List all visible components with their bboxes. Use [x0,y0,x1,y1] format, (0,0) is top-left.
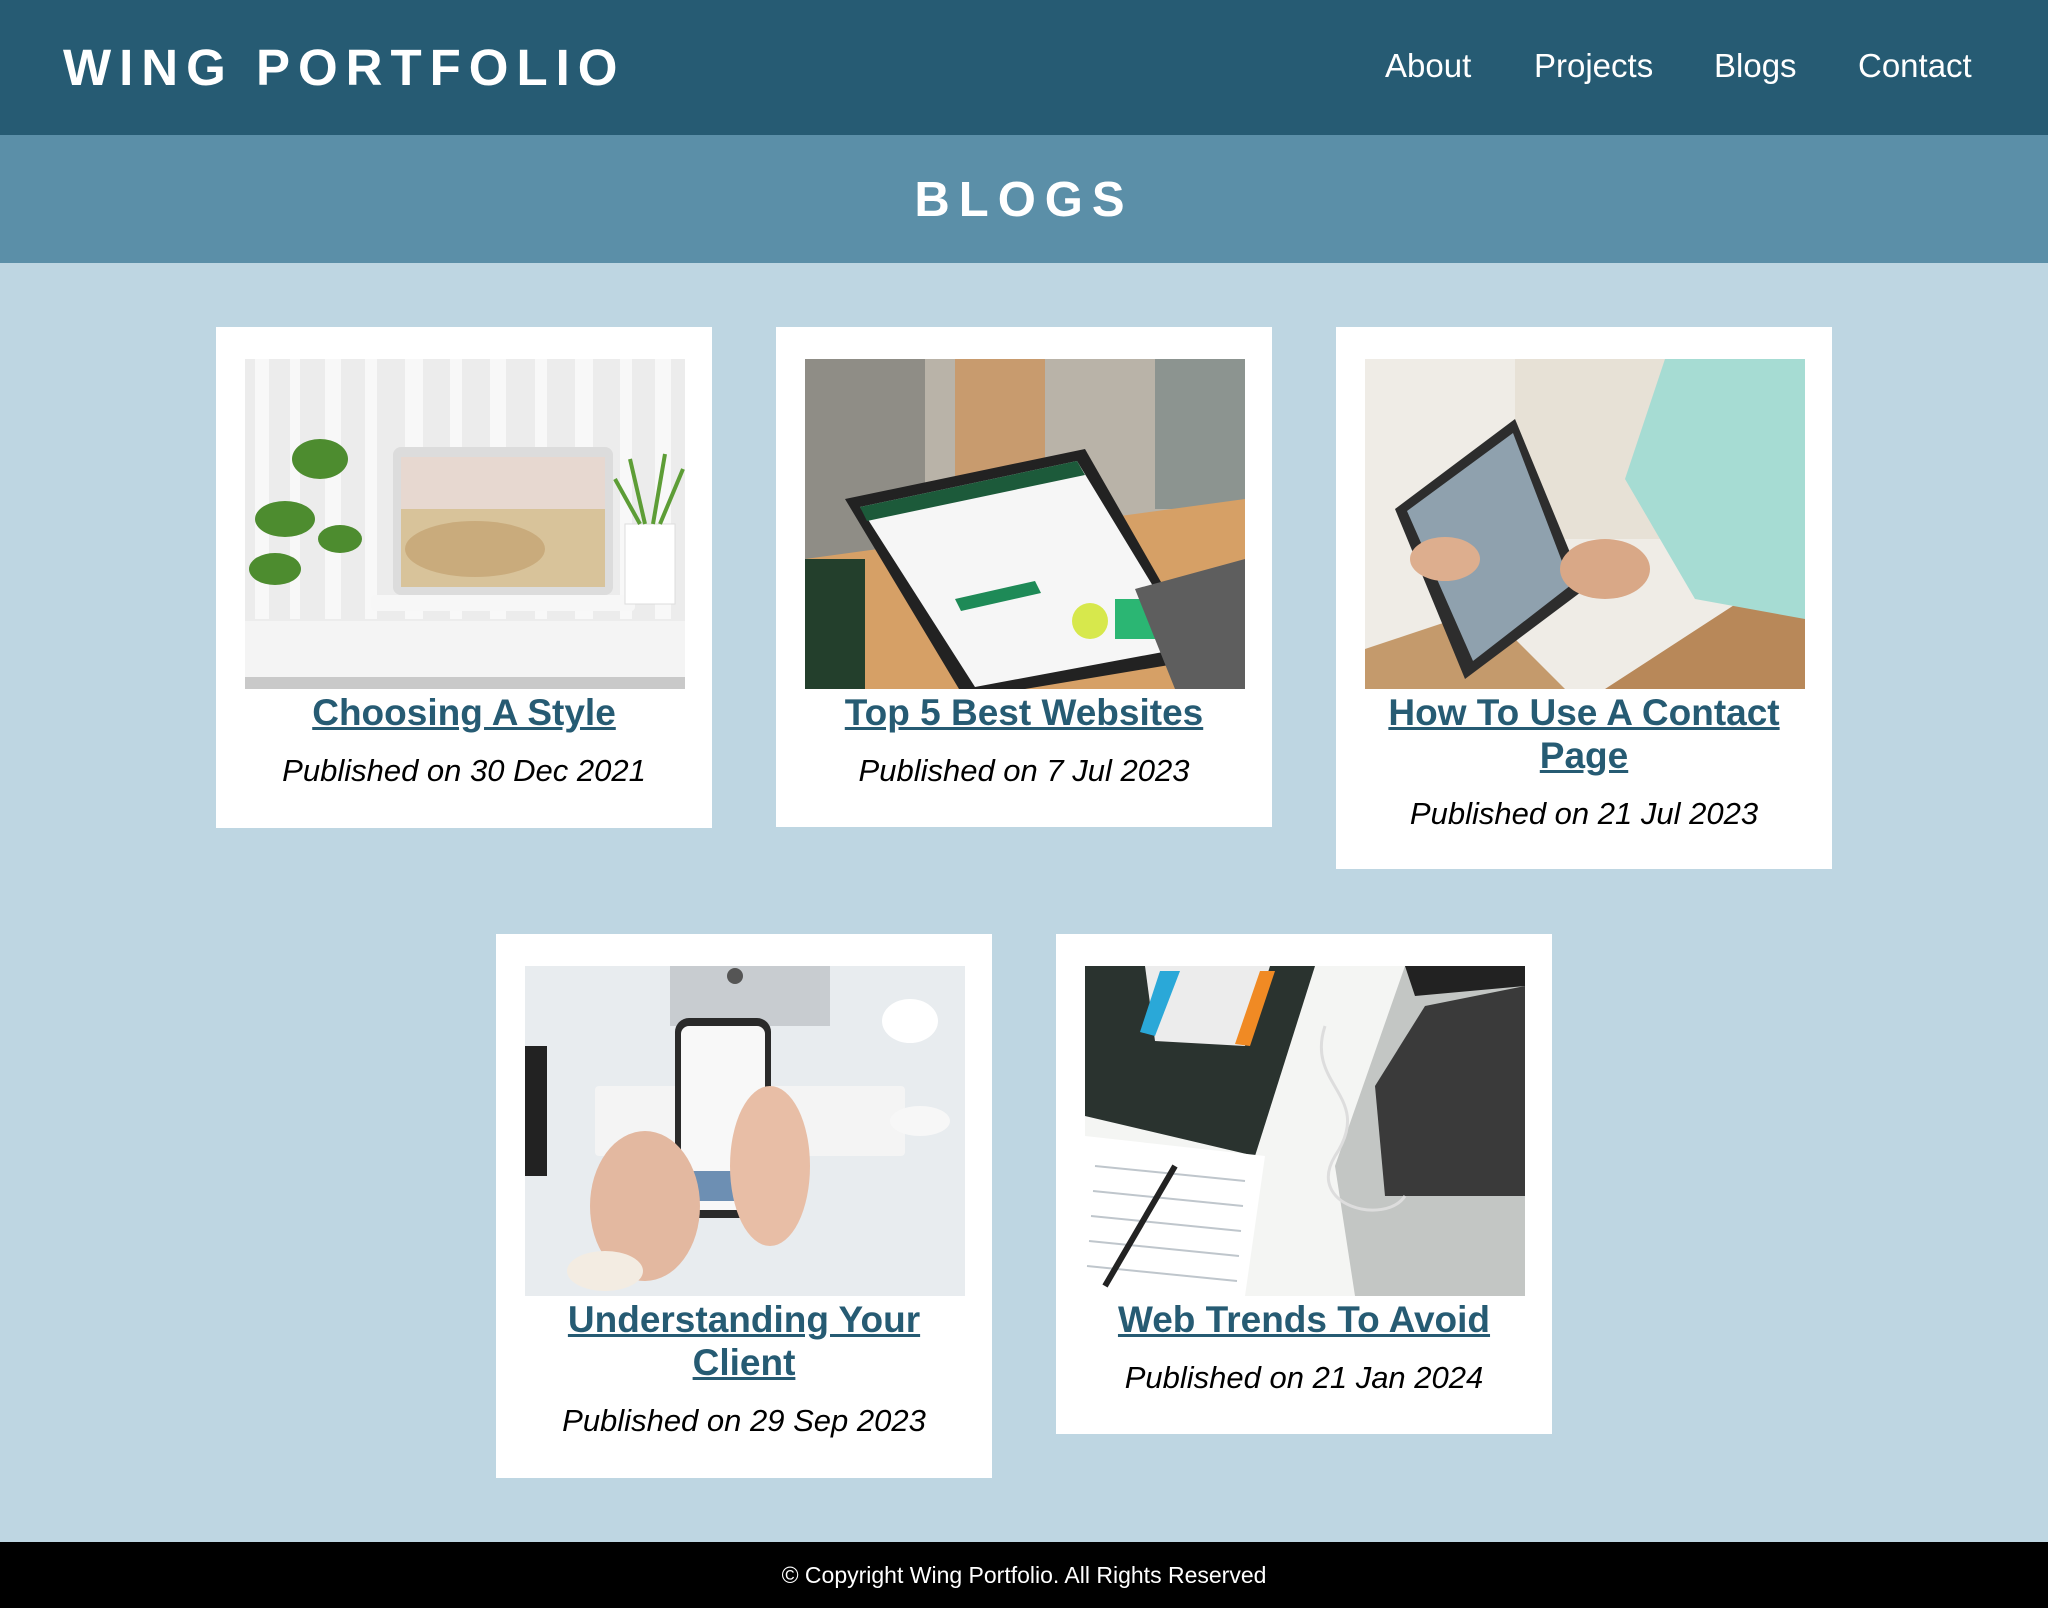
page-banner: BLOGS [0,135,2048,263]
nav-blogs[interactable]: Blogs [1714,46,1797,86]
blog-date: Published on 29 Sep 2023 [562,1403,926,1438]
blog-date: Published on 30 Dec 2021 [282,753,646,788]
blog-date: Published on 7 Jul 2023 [858,753,1190,788]
blog-thumbnail[interactable] [245,359,685,689]
blog-thumbnail[interactable] [1365,359,1805,689]
copyright-text: © Copyright Wing Portfolio. All Rights R… [781,1562,1267,1588]
blog-card-how-to-use-a-contact-page: How To Use A Contact Page Published on 2… [1336,327,1832,869]
nav-projects[interactable]: Projects [1534,46,1653,86]
blog-title-link[interactable]: Choosing A Style [236,691,692,734]
hands-holding-tablet-photo [1365,359,1805,689]
blog-card-web-trends-to-avoid: Web Trends To Avoid Published on 21 Jan … [1056,934,1552,1434]
hands-holding-phone-photo [525,966,965,1296]
blog-title-link[interactable]: Web Trends To Avoid [1076,1298,1532,1341]
blog-date: Published on 21 Jan 2024 [1124,1360,1484,1395]
blog-title-link[interactable]: How To Use A Contact Page [1356,691,1812,777]
blog-card-understanding-your-client: Understanding Your Client Published on 2… [496,934,992,1478]
site-logo[interactable]: WING PORTFOLIO [63,38,625,98]
laptop-shopify-page-photo [805,359,1245,689]
blog-date: Published on 21 Jul 2023 [1409,796,1759,831]
site-footer: © Copyright Wing Portfolio. All Rights R… [0,1542,2048,1608]
blog-thumbnail[interactable] [525,966,965,1296]
blog-title-link[interactable]: Understanding Your Client [516,1298,972,1384]
page-title: BLOGS [914,173,1134,227]
blog-thumbnail[interactable] [1085,966,1525,1296]
white-laptop-with-plants-photo [245,359,685,689]
nav-contact[interactable]: Contact [1858,46,1972,86]
blog-card-top-5-best-websites: Top 5 Best Websites Published on 7 Jul 2… [776,327,1272,827]
html-css-book-laptop-photo [1085,966,1525,1296]
blog-thumbnail[interactable] [805,359,1245,689]
site-header: WING PORTFOLIO About Projects Blogs Cont… [0,0,2048,135]
blog-title-link[interactable]: Top 5 Best Websites [796,691,1252,734]
nav-about[interactable]: About [1385,46,1471,86]
blog-card-choosing-a-style: Choosing A Style Published on 30 Dec 202… [216,327,712,828]
